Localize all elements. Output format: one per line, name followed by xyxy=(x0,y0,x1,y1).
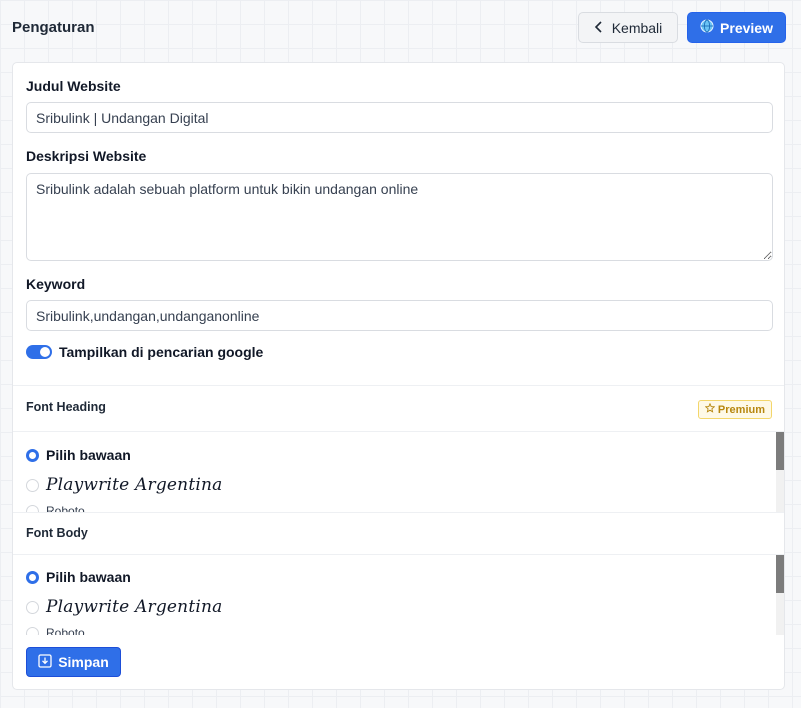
save-button-label: Simpan xyxy=(58,654,109,670)
radio-unchecked[interactable] xyxy=(26,478,39,492)
page-title: Pengaturan xyxy=(12,19,95,36)
font-heading-scrollbar[interactable] xyxy=(776,432,784,512)
premium-badge: Premium xyxy=(697,400,772,419)
website-title-label: Judul Website xyxy=(26,78,121,94)
font-heading-header: Font Heading Premium xyxy=(13,385,784,432)
toggle-knob xyxy=(40,347,50,357)
radio-checked[interactable] xyxy=(26,570,39,584)
website-description-label: Deskripsi Website xyxy=(26,148,147,164)
font-body-option-label: Roboto xyxy=(46,626,85,635)
radio-checked[interactable] xyxy=(26,448,39,462)
font-body-header: Font Body xyxy=(13,512,784,555)
globe-icon xyxy=(700,19,714,36)
back-button[interactable]: Kembali xyxy=(578,12,678,43)
keyword-input[interactable] xyxy=(26,300,773,331)
font-heading-option-default[interactable]: Pilih bawaan xyxy=(26,447,131,463)
save-download-icon xyxy=(38,653,52,671)
save-button[interactable]: Simpan xyxy=(26,647,121,677)
website-title-input[interactable] xyxy=(26,102,773,133)
font-body-title: Font Body xyxy=(26,526,88,540)
keyword-label: Keyword xyxy=(26,276,86,292)
google-search-toggle[interactable] xyxy=(26,345,52,359)
font-body-scrollbar[interactable] xyxy=(776,555,784,635)
font-body-option-playwrite[interactable]: Playwrite Argentina xyxy=(26,597,222,617)
google-search-toggle-label: Tampilkan di pencarian google xyxy=(59,344,264,360)
font-heading-option-playwrite[interactable]: Playwrite Argentina xyxy=(26,475,222,495)
font-body-option-label: Playwrite Argentina xyxy=(46,597,223,617)
font-heading-option-label: Playwrite Argentina xyxy=(46,475,223,495)
font-heading-list[interactable]: Pilih bawaan Playwrite Argentina Roboto xyxy=(13,432,784,512)
font-body-option-label: Pilih bawaan xyxy=(46,569,131,585)
radio-unchecked[interactable] xyxy=(26,600,39,614)
website-description-textarea[interactable]: Sribulink adalah sebuah platform untuk b… xyxy=(26,173,773,261)
scrollbar-thumb[interactable] xyxy=(776,432,784,470)
font-heading-title: Font Heading xyxy=(26,400,106,414)
chevron-left-icon xyxy=(594,20,604,36)
google-search-toggle-row: Tampilkan di pencarian google xyxy=(26,344,263,360)
star-icon xyxy=(704,402,716,416)
premium-badge-label: Premium xyxy=(717,403,765,416)
radio-unchecked[interactable] xyxy=(26,626,39,635)
font-body-option-default[interactable]: Pilih bawaan xyxy=(26,569,131,585)
font-body-list[interactable]: Pilih bawaan Playwrite Argentina Roboto xyxy=(13,555,784,635)
font-heading-option-roboto[interactable]: Roboto xyxy=(26,504,85,512)
preview-button[interactable]: Preview xyxy=(687,12,786,43)
settings-card: Judul Website Deskripsi Website Sribulin… xyxy=(12,62,785,690)
font-heading-option-label: Pilih bawaan xyxy=(46,447,131,463)
radio-unchecked[interactable] xyxy=(26,504,39,512)
scrollbar-thumb[interactable] xyxy=(776,555,784,593)
preview-button-label: Preview xyxy=(720,19,773,36)
font-heading-option-label: Roboto xyxy=(46,504,85,512)
font-body-option-roboto[interactable]: Roboto xyxy=(26,626,85,635)
back-button-label: Kembali xyxy=(611,19,663,36)
